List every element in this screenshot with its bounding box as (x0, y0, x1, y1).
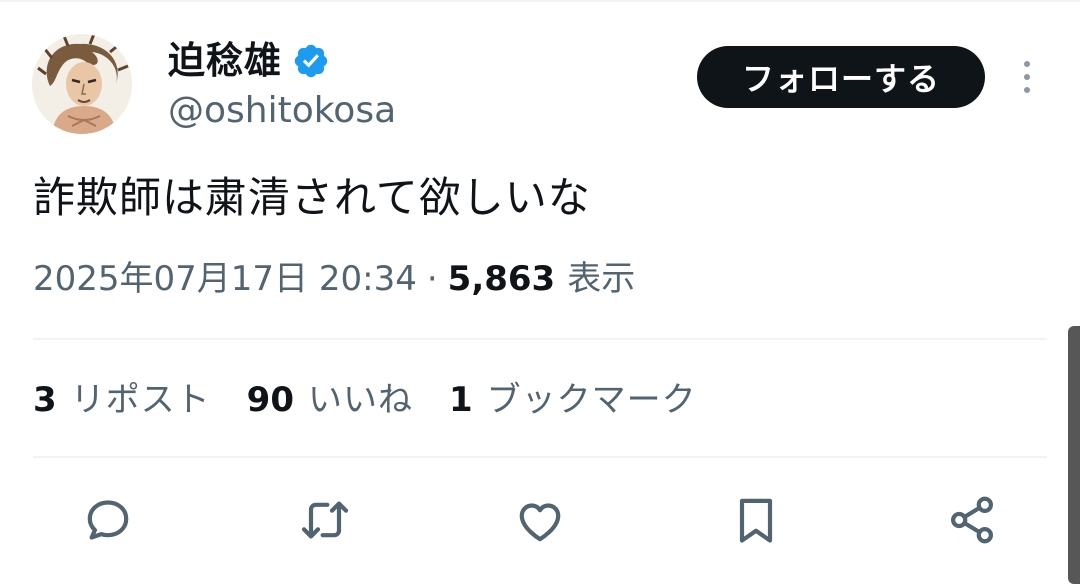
avatar[interactable] (32, 34, 132, 134)
engagement-stats: 3 リポスト 90 いいね 1 ブックマーク (33, 374, 733, 426)
display-name[interactable]: 迫稔雄 (168, 38, 282, 84)
divider (33, 338, 1047, 340)
likes-count[interactable]: 90 (247, 374, 294, 426)
follow-button[interactable]: フォローする (697, 46, 985, 108)
likes-label[interactable]: いいね (308, 374, 413, 426)
bookmarks-count[interactable]: 1 (449, 374, 473, 426)
views-label: 表示 (567, 259, 636, 299)
tweet-detail-view: 迫稔雄 @oshitokosa フォローする 詐欺師は粛清されて欲しいな 202… (0, 0, 1080, 584)
reply-icon[interactable] (80, 492, 136, 548)
meta-separator: · (426, 259, 438, 299)
avatar-illustration (32, 34, 132, 134)
like-icon[interactable] (512, 492, 568, 548)
repost-icon[interactable] (297, 492, 353, 548)
tweet-datetime[interactable]: 2025年07月17日 20:34 (33, 254, 417, 304)
views-count: 5,863 (447, 259, 556, 299)
reposts-label[interactable]: リポスト (71, 374, 211, 426)
share-icon[interactable] (944, 492, 1000, 548)
verified-badge-icon (292, 42, 330, 80)
author-handle[interactable]: @oshitokosa (168, 88, 396, 134)
more-vertical-icon[interactable] (1016, 56, 1038, 98)
reposts-count[interactable]: 3 (33, 374, 57, 426)
tweet-text: 詐欺師は粛清されて欲しいな (33, 173, 591, 222)
top-divider (0, 0, 1080, 2)
scrollbar[interactable] (1068, 326, 1080, 584)
author-name-row: 迫稔雄 (168, 38, 330, 84)
tweet-meta: 2025年07月17日 20:34 · 5,863 表示 (33, 254, 635, 304)
divider (33, 456, 1047, 458)
bookmark-icon[interactable] (728, 492, 784, 548)
bookmarks-label[interactable]: ブックマーク (487, 374, 697, 426)
